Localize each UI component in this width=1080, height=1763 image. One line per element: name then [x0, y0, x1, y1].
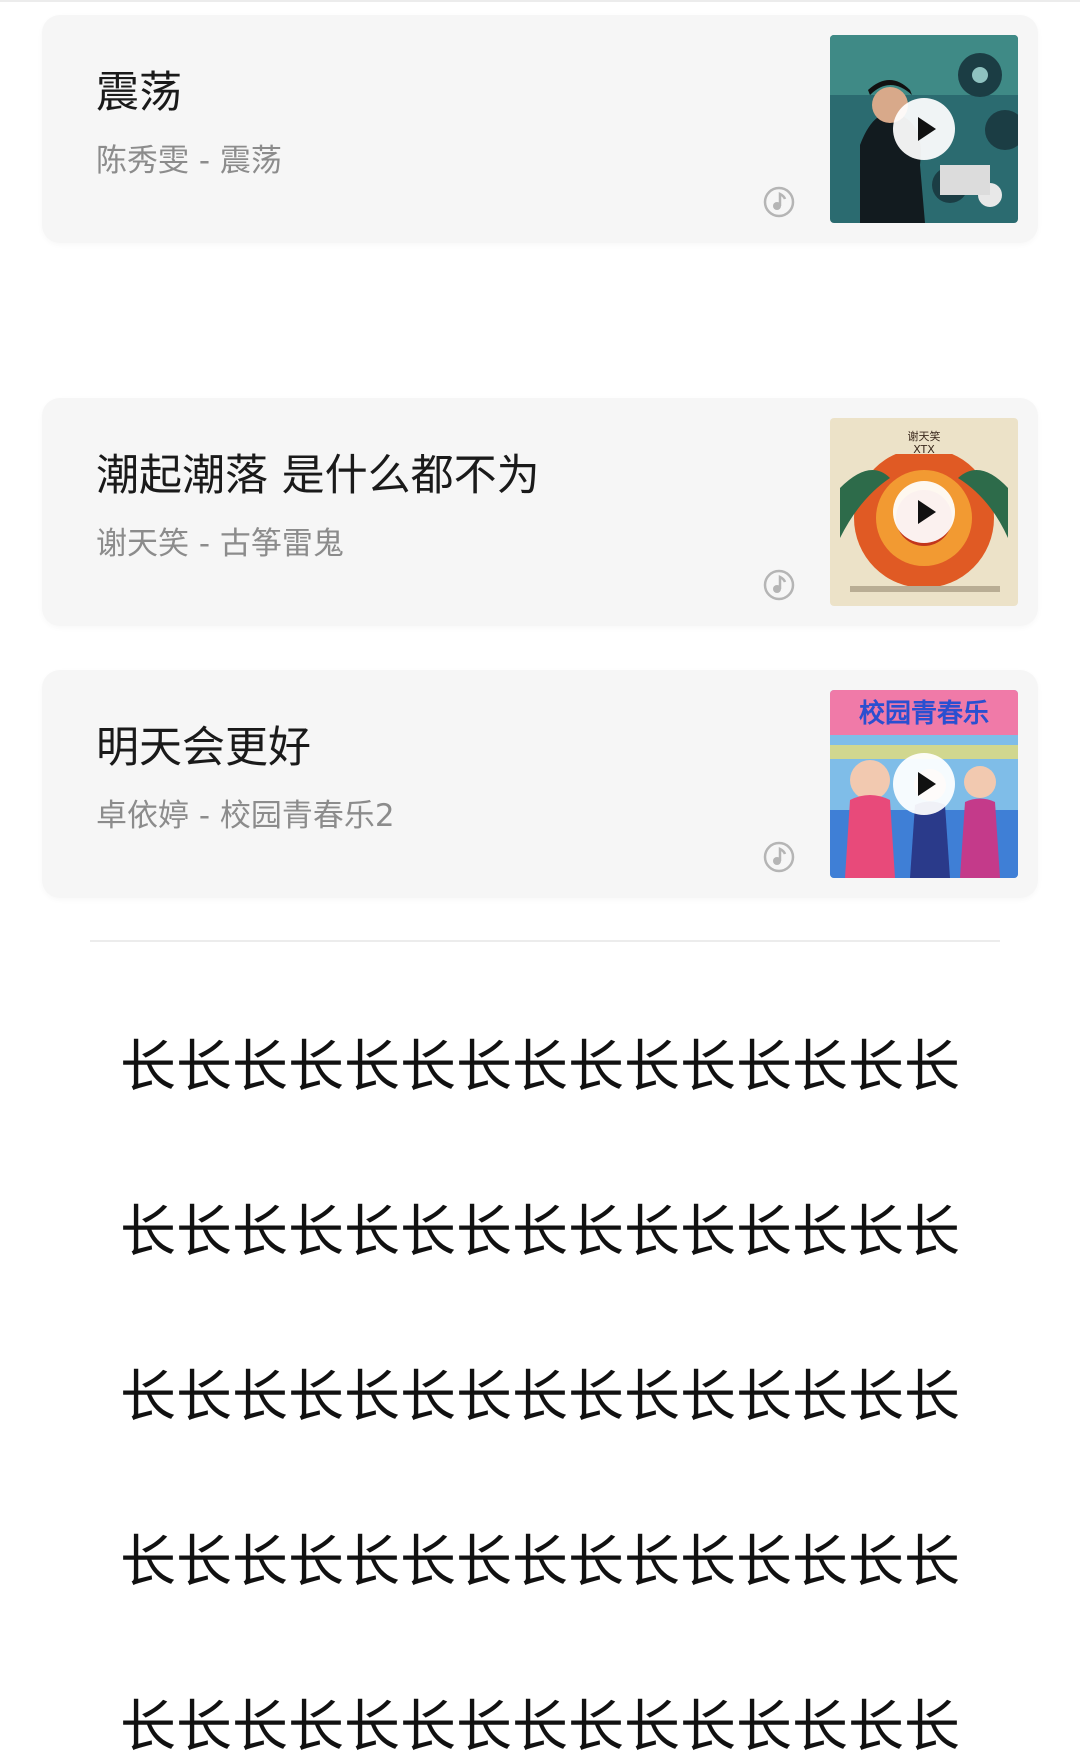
qq-music-icon [763, 569, 795, 601]
play-button[interactable] [893, 98, 955, 160]
song-subtitle: 卓依婷 - 校园青春乐2 [96, 798, 395, 834]
play-button[interactable] [893, 753, 955, 815]
svg-text:校园青春乐: 校园青春乐 [859, 698, 989, 729]
play-icon [918, 500, 936, 524]
song-card-1[interactable]: 震荡 陈秀雯 - 震荡 [42, 15, 1038, 243]
long-text-row: 长长长长长长长长长长长长长长长 [120, 1695, 960, 1760]
long-text-row: 长长长长长长长长长长长长长长长 [120, 1200, 960, 1265]
play-icon [918, 117, 936, 141]
top-divider [0, 0, 1080, 2]
svg-text:谢天笑: 谢天笑 [908, 429, 941, 443]
song-subtitle: 陈秀雯 - 震荡 [96, 143, 282, 179]
long-text-row: 长长长长长长长长长长长长长长长 [120, 1530, 960, 1595]
long-text-row: 长长长长长长长长长长长长长长长 [120, 1035, 960, 1100]
song-subtitle: 谢天笑 - 古筝雷鬼 [96, 526, 344, 562]
album-cover[interactable]: 谢天笑 XTX [830, 418, 1018, 606]
song-title: 明天会更好 [96, 723, 311, 773]
song-title: 潮起潮落 是什么都不为 [96, 451, 540, 501]
song-card-3[interactable]: 明天会更好 卓依婷 - 校园青春乐2 校园青春乐 [42, 670, 1038, 898]
play-button[interactable] [893, 481, 955, 543]
album-cover[interactable]: 校园青春乐 [830, 690, 1018, 878]
section-divider [90, 940, 1000, 942]
svg-text:XTX: XTX [913, 443, 935, 456]
qq-music-icon [763, 186, 795, 218]
album-cover[interactable] [830, 35, 1018, 223]
song-card-2[interactable]: 潮起潮落 是什么都不为 谢天笑 - 古筝雷鬼 谢天笑 XTX [42, 398, 1038, 626]
song-title: 震荡 [96, 68, 182, 118]
long-text-row: 长长长长长长长长长长长长长长长 [120, 1365, 960, 1430]
qq-music-icon [763, 841, 795, 873]
play-icon [918, 772, 936, 796]
